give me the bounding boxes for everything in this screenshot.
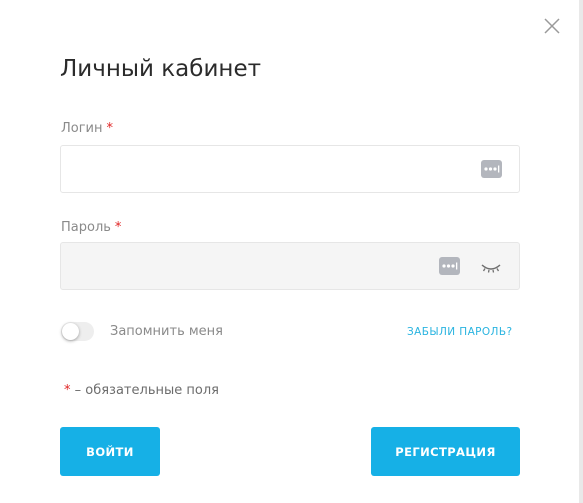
login-label-text: Логин (61, 121, 103, 136)
remember-toggle[interactable] (61, 322, 94, 341)
forgot-password-link[interactable]: ЗАБЫЛИ ПАРОЛЬ? (407, 325, 512, 339)
required-mark: * (114, 220, 122, 235)
remember-label: Запомнить меня (110, 324, 224, 339)
login-modal: Личный кабинет Логин * Пароль * Запомнит… (0, 0, 583, 503)
eye-closed-icon[interactable] (481, 260, 501, 274)
required-note: * – обязательные поля (64, 383, 219, 399)
password-label-text: Пароль (61, 220, 111, 235)
register-button[interactable]: РЕГИСТРАЦИЯ (371, 427, 520, 476)
modal-title: Личный кабинет (60, 56, 261, 82)
password-label: Пароль * (61, 220, 121, 236)
password-dots-icon (481, 160, 502, 178)
scrollbar-track (579, 0, 583, 503)
required-mark: * (106, 121, 114, 136)
required-note-text: – обязательные поля (70, 383, 219, 398)
toggle-knob (62, 323, 79, 340)
login-input[interactable] (60, 145, 520, 193)
close-icon[interactable] (543, 17, 561, 35)
password-dots-icon (439, 257, 460, 275)
login-label: Логин * (61, 121, 113, 137)
login-button[interactable]: ВОЙТИ (60, 427, 160, 476)
